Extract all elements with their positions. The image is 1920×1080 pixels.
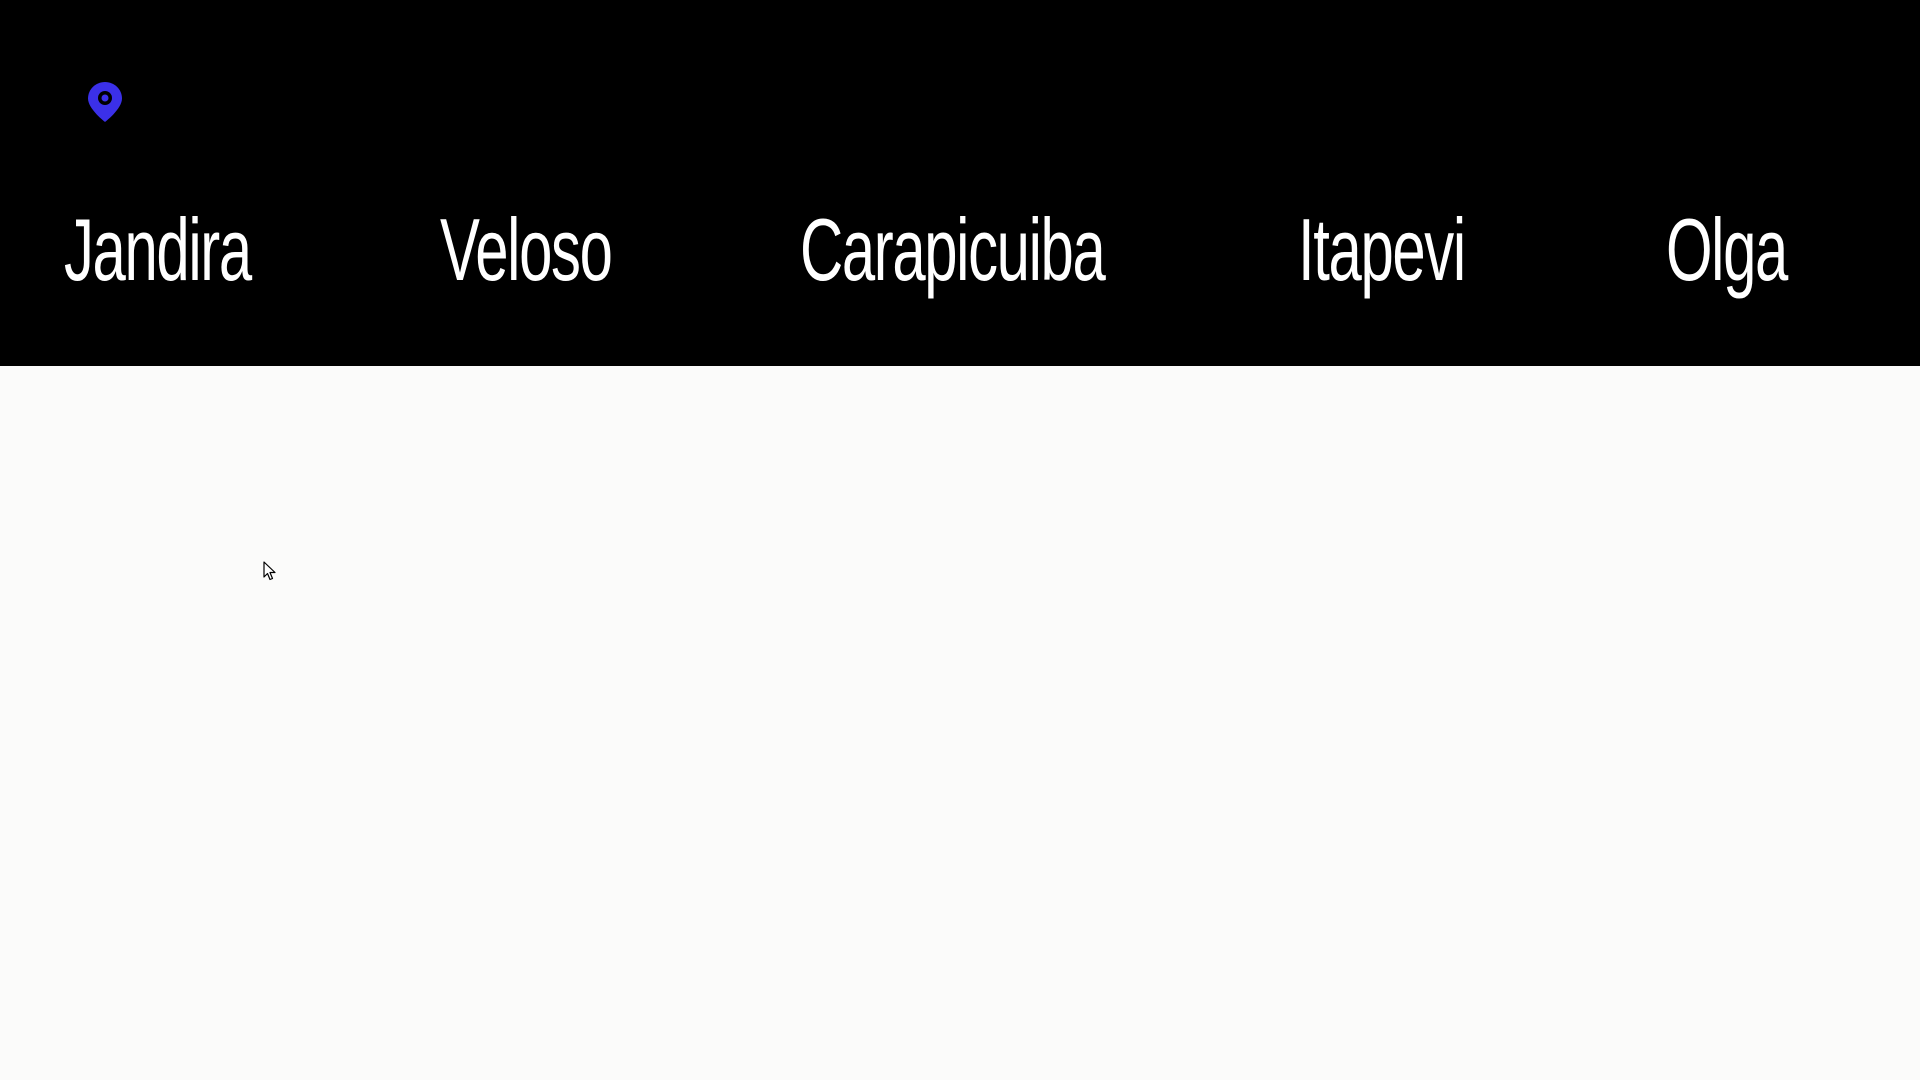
nav-item-jandira[interactable]: Jandira — [64, 190, 252, 310]
nav-item-olga[interactable]: Olga — [1666, 190, 1788, 310]
nav-item-itapevi[interactable]: Itapevi — [1298, 190, 1466, 310]
nav-item-veloso[interactable]: Veloso — [440, 190, 613, 310]
mouse-pointer-icon — [263, 561, 277, 581]
map-pin-icon[interactable] — [86, 80, 124, 124]
nav-item-carapicuiba[interactable]: Carapicuiba — [800, 190, 1106, 310]
location-nav: Jandira Veloso Carapicuiba Itapevi Olga — [0, 190, 1920, 310]
main-content — [0, 366, 1920, 1080]
site-header: Jandira Veloso Carapicuiba Itapevi Olga — [0, 0, 1920, 366]
